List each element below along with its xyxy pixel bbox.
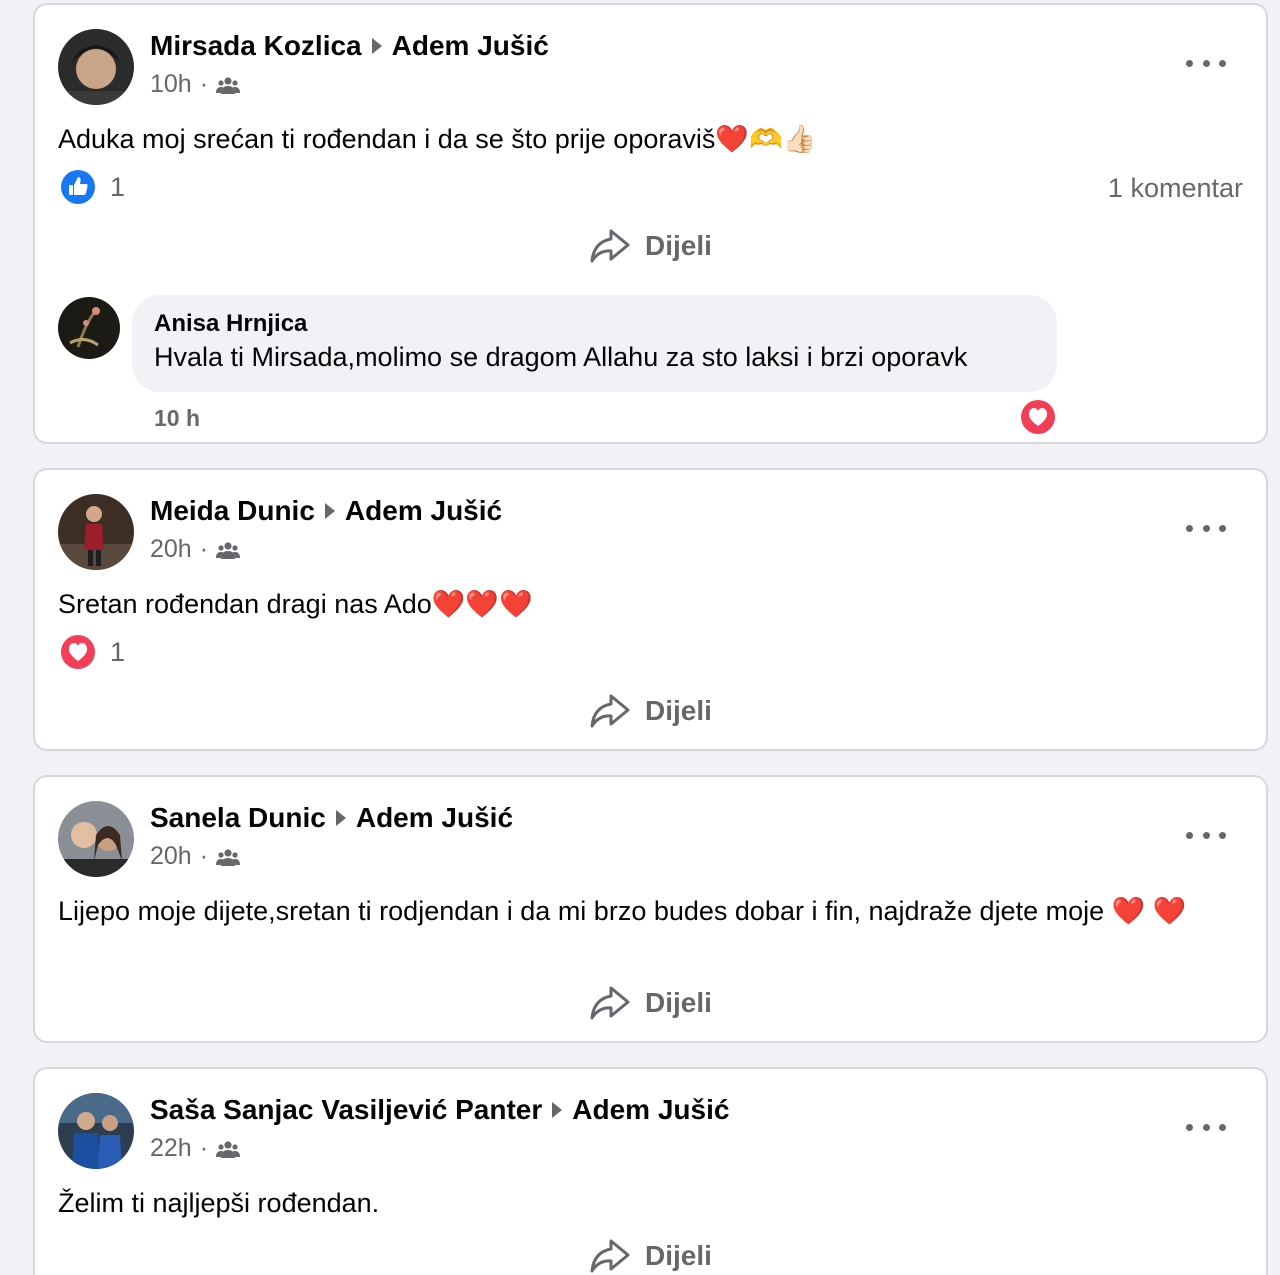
- author-name[interactable]: Sanela Dunic: [150, 802, 326, 834]
- author-name[interactable]: Meida Dunic: [150, 495, 315, 527]
- post-card: Saša Sanjac Vasiljević Panter Adem Jušić…: [33, 1067, 1268, 1275]
- share-icon: [590, 1239, 630, 1273]
- share-label: Dijeli: [645, 230, 712, 261]
- comment-bubble: Anisa Hrnjica Hvala ti Mirsada,molimo se…: [132, 295, 1057, 392]
- friends-icon: [216, 76, 241, 94]
- avatar[interactable]: [58, 29, 134, 105]
- avatar[interactable]: [58, 494, 134, 570]
- share-icon: [590, 694, 630, 728]
- separator: ·: [199, 535, 209, 563]
- reaction-summary[interactable]: 1: [60, 169, 125, 205]
- post-header-names: Saša Sanjac Vasiljević Panter Adem Jušić: [150, 1094, 729, 1126]
- share-label: Dijeli: [645, 695, 712, 726]
- share-icon: [590, 229, 630, 263]
- more-options-button[interactable]: [1186, 513, 1226, 543]
- share-button[interactable]: Dijeli: [35, 1237, 1266, 1275]
- friends-icon: [216, 1140, 241, 1158]
- target-name[interactable]: Adem Jušić: [572, 1094, 729, 1126]
- post-meta: 20h ·: [150, 842, 241, 871]
- post-meta: 20h ·: [150, 535, 241, 564]
- avatar[interactable]: [58, 1093, 134, 1169]
- triangle-right-icon: [552, 1102, 563, 1118]
- share-button[interactable]: Dijeli: [35, 227, 1266, 265]
- love-icon: [61, 635, 95, 669]
- triangle-right-icon: [335, 810, 346, 826]
- more-options-button[interactable]: [1186, 820, 1226, 850]
- author-name[interactable]: Saša Sanjac Vasiljević Panter: [150, 1094, 542, 1126]
- separator: ·: [199, 70, 209, 98]
- avatar[interactable]: [58, 801, 134, 877]
- author-name[interactable]: Mirsada Kozlica: [150, 30, 362, 62]
- reaction-summary[interactable]: 1: [60, 634, 125, 670]
- post-time[interactable]: 20h: [150, 842, 192, 871]
- post-header-names: Sanela Dunic Adem Jušić: [150, 802, 513, 834]
- post-card: Mirsada Kozlica Adem Jušić 10h · Aduka m…: [33, 3, 1268, 444]
- post-card: Sanela Dunic Adem Jušić 20h · Lijepo moj…: [33, 775, 1268, 1043]
- triangle-right-icon: [371, 38, 382, 54]
- share-button[interactable]: Dijeli: [35, 984, 1266, 1022]
- post-text: Želim ti najljepši rođendan.: [58, 1188, 380, 1218]
- target-name[interactable]: Adem Jušić: [392, 30, 549, 62]
- love-icon[interactable]: [1020, 399, 1056, 435]
- post-meta: 22h ·: [150, 1134, 241, 1163]
- triangle-right-icon: [324, 503, 335, 519]
- post-time[interactable]: 20h: [150, 535, 192, 564]
- comment-count-link[interactable]: 1 komentar: [1108, 173, 1243, 204]
- reaction-count: 1: [110, 636, 126, 667]
- more-options-button[interactable]: [1186, 48, 1226, 78]
- post-time[interactable]: 22h: [150, 1134, 192, 1163]
- post-text: Sretan rođendan dragi nas Ado❤️❤️❤️: [58, 589, 533, 619]
- post-card: Meida Dunic Adem Jušić 20h · Sretan rođe…: [33, 468, 1268, 751]
- reaction-count: 1: [110, 171, 126, 202]
- share-icon: [590, 986, 630, 1020]
- separator: ·: [199, 842, 209, 870]
- target-name[interactable]: Adem Jušić: [345, 495, 502, 527]
- more-options-button[interactable]: [1186, 1112, 1226, 1142]
- post-time[interactable]: 10h: [150, 70, 192, 99]
- post-text: Aduka moj srećan ti rođendan i da se što…: [58, 124, 817, 154]
- share-label: Dijeli: [645, 1240, 712, 1271]
- share-button[interactable]: Dijeli: [35, 692, 1266, 730]
- separator: ·: [199, 1134, 209, 1162]
- post-header-names: Meida Dunic Adem Jušić: [150, 495, 502, 527]
- post-header-names: Mirsada Kozlica Adem Jušić: [150, 30, 549, 62]
- comment-author[interactable]: Anisa Hrnjica: [154, 309, 1035, 339]
- friends-icon: [216, 848, 241, 866]
- share-label: Dijeli: [645, 987, 712, 1018]
- like-icon: [61, 170, 95, 204]
- post-meta: 10h ·: [150, 70, 241, 99]
- post-text: Lijepo moje dijete,sretan ti rodjendan i…: [58, 896, 1187, 926]
- target-name[interactable]: Adem Jušić: [356, 802, 513, 834]
- comment-text: Hvala ti Mirsada,molimo se dragom Allahu…: [154, 342, 968, 372]
- friends-icon: [216, 541, 241, 559]
- commenter-avatar[interactable]: [58, 297, 120, 359]
- comment-time[interactable]: 10 h: [154, 405, 200, 432]
